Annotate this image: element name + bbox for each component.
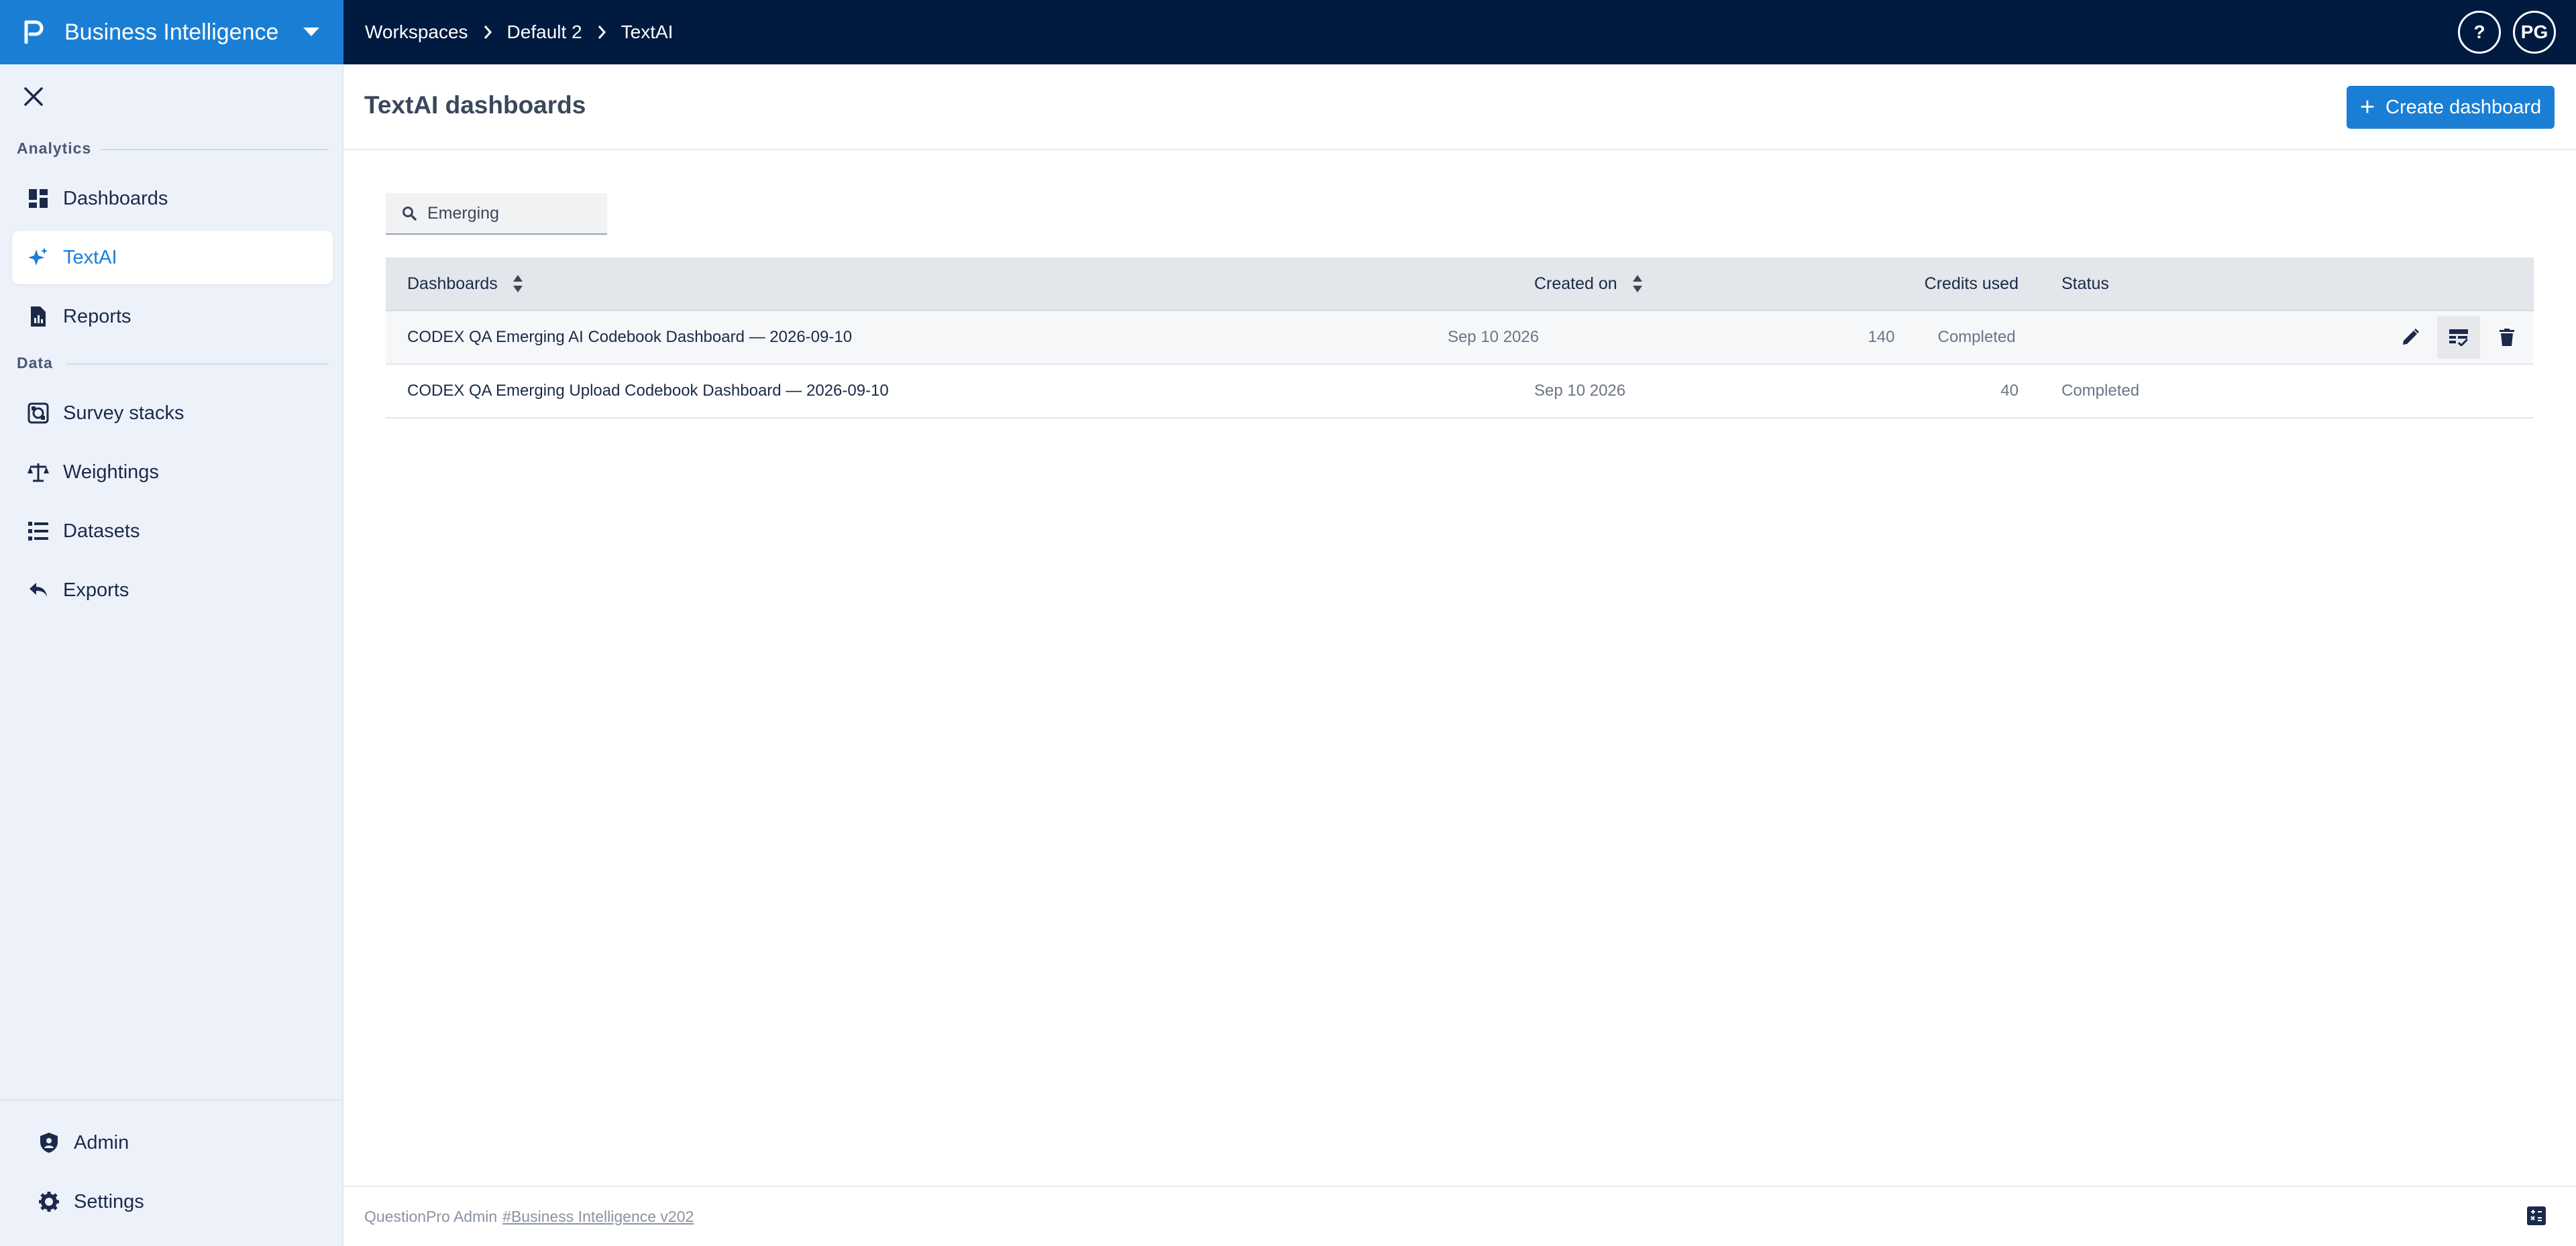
sort-icon[interactable] [513, 274, 523, 293]
status-cell: Completed [2061, 382, 2140, 400]
dashboard-view-icon [2449, 329, 2469, 346]
sort-icon[interactable] [1632, 274, 1643, 293]
questionpro-logo-icon [20, 19, 47, 46]
column-header-credits-used: Credits used [1924, 274, 2019, 293]
breadcrumb-default-2[interactable]: Default 2 [507, 21, 582, 43]
admin-shield-icon [38, 1131, 60, 1154]
chevron-down-icon[interactable] [291, 27, 331, 37]
report-icon [27, 305, 50, 328]
close-sidebar-button[interactable] [20, 83, 47, 110]
dashboards-table: Dashboards Created on Credits used Statu… [386, 258, 2534, 418]
scale-icon [27, 461, 50, 484]
section-label-analytics: Analytics [17, 139, 92, 157]
trash-icon [2500, 329, 2514, 346]
pencil-icon [2403, 329, 2419, 345]
status-cell: Completed [1937, 328, 2016, 346]
create-dashboard-button[interactable]: + Create dashboard [2347, 86, 2555, 129]
sidebar-item-label: Survey stacks [63, 402, 184, 424]
search-input[interactable] [427, 203, 602, 223]
dashboard-icon [27, 187, 50, 210]
sidebar-item-settings[interactable]: Settings [12, 1175, 333, 1229]
sidebar-item-textai[interactable]: TextAI [12, 231, 333, 284]
sidebar-item-label: Admin [74, 1131, 129, 1153]
sidebar-item-dashboards[interactable]: Dashboards [12, 172, 333, 225]
divider [67, 363, 329, 365]
sidebar-item-exports[interactable]: Exports [12, 563, 333, 617]
table-header: Dashboards Created on Credits used Statu… [386, 258, 2534, 311]
calculator-icon[interactable] [2526, 1206, 2549, 1229]
page-title: TextAI dashboards [364, 91, 586, 119]
app-title: Business Intelligence [64, 19, 279, 45]
footer: QuestionPro Admin #Business Intelligence… [343, 1186, 2576, 1246]
created-on-cell: Sep 10 2026 [1447, 328, 1540, 346]
column-header-created-on[interactable]: Created on [1534, 274, 1617, 294]
search-icon [402, 207, 417, 221]
footer-text: QuestionPro Admin [364, 1207, 498, 1225]
main-content: TextAI dashboards + Create dashboard Das… [343, 64, 2576, 1246]
reply-icon [27, 579, 50, 602]
credits-used-cell: 40 [2000, 382, 2019, 400]
product-switcher[interactable]: Business Intelligence [0, 0, 343, 64]
close-icon [24, 87, 43, 106]
open-dashboard-button[interactable] [2437, 316, 2480, 359]
user-avatar-button[interactable]: PG [2513, 11, 2556, 54]
sidebar-item-label: Weightings [63, 461, 159, 483]
sidebar-item-survey-stacks[interactable]: Survey stacks [12, 386, 333, 440]
breadcrumb-textai[interactable]: TextAI [621, 21, 674, 43]
sidebar-item-datasets[interactable]: Datasets [12, 504, 333, 558]
dashboard-name[interactable]: CODEX QA Emerging Upload Codebook Dashbo… [407, 382, 889, 400]
created-on-cell: Sep 10 2026 [1534, 382, 1626, 400]
chevron-right-icon [597, 25, 606, 40]
credits-used-cell: 140 [1868, 328, 1895, 346]
sidebar-item-label: Reports [63, 305, 131, 327]
sidebar-item-label: Datasets [63, 520, 140, 542]
delete-button[interactable] [2485, 316, 2528, 359]
page-header: TextAI dashboards + Create dashboard [343, 64, 2576, 150]
sidebar: Analytics Dashboards TextAI Reports Data… [0, 64, 343, 1246]
create-dashboard-label: Create dashboard [2385, 96, 2542, 118]
breadcrumb-workspaces[interactable]: Workspaces [365, 21, 468, 43]
help-icon: ? [2473, 21, 2485, 42]
list-icon [27, 520, 50, 543]
breadcrumb: Workspaces Default 2 TextAI [365, 21, 673, 43]
sidebar-item-weightings[interactable]: Weightings [12, 445, 333, 499]
sidebar-item-reports[interactable]: Reports [12, 290, 333, 343]
sidebar-item-label: Settings [74, 1190, 144, 1212]
section-label-data: Data [17, 354, 53, 372]
plus-icon: + [2359, 93, 2375, 121]
divider [0, 1099, 342, 1100]
table-row[interactable]: CODEX QA Emerging AI Codebook Dashboard … [386, 311, 2534, 365]
sidebar-item-label: Exports [63, 579, 129, 601]
chevron-right-icon [483, 25, 492, 40]
search-box[interactable] [386, 193, 607, 235]
sparkle-icon [27, 246, 50, 269]
survey-stack-icon [27, 402, 50, 424]
edit-button[interactable] [2389, 316, 2432, 359]
gear-icon [38, 1190, 60, 1213]
table-row[interactable]: CODEX QA Emerging Upload Codebook Dashbo… [386, 365, 2534, 418]
sidebar-item-admin[interactable]: Admin [12, 1116, 333, 1170]
sidebar-item-label: TextAI [63, 246, 117, 268]
version-link[interactable]: #Business Intelligence v202 [502, 1208, 694, 1226]
column-header-dashboards[interactable]: Dashboards [407, 274, 498, 294]
sidebar-item-label: Dashboards [63, 187, 168, 209]
help-button[interactable]: ? [2458, 11, 2501, 54]
dashboard-name[interactable]: CODEX QA Emerging AI Codebook Dashboard … [407, 328, 852, 347]
divider [101, 149, 329, 150]
top-bar: Business Intelligence Workspaces Default… [0, 0, 2576, 64]
column-header-status: Status [2061, 274, 2109, 293]
